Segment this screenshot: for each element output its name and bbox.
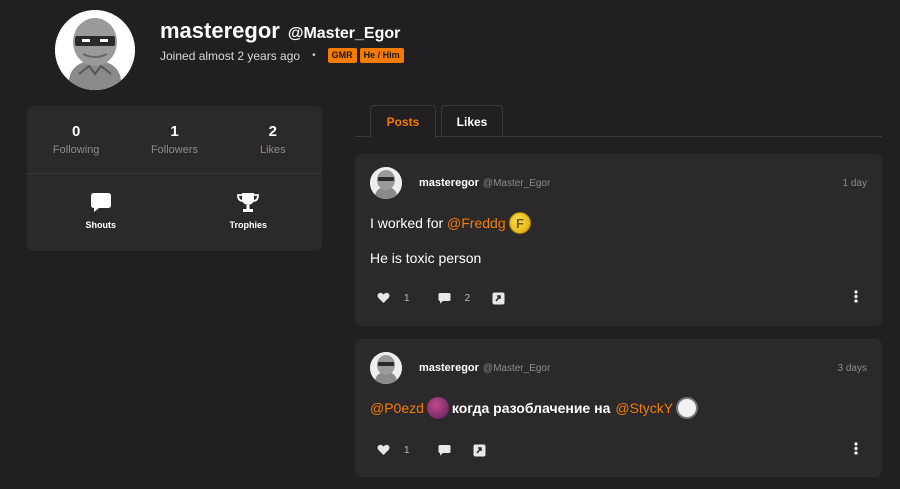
- speech-bubble-icon: [90, 193, 111, 212]
- post-text-line: @P0ezd когда разоблачение на @StyckY: [370, 397, 701, 419]
- separator-dot: •: [312, 50, 316, 61]
- post-card: masteregor @Master_Egor 3 days @P0ezd ко…: [355, 339, 882, 477]
- comment-button[interactable]: [438, 444, 451, 456]
- mention-link[interactable]: @Freddg: [447, 215, 506, 231]
- share-button[interactable]: [473, 444, 486, 457]
- post-author-avatar[interactable]: [370, 167, 402, 199]
- joined-date: Joined almost 2 years ago: [160, 48, 301, 63]
- comment-button[interactable]: 2: [438, 292, 471, 304]
- stat-following[interactable]: 0 Following: [27, 106, 125, 173]
- stats-card: 0 Following 1 Followers 2 Likes Shouts T…: [27, 106, 322, 251]
- user-avatar-emoji-icon: [426, 397, 449, 419]
- post-text-line: I worked for @Freddg F: [370, 212, 534, 234]
- user-avatar-emoji-icon: [676, 397, 699, 419]
- more-options-button[interactable]: [854, 442, 858, 458]
- comment-icon: [438, 445, 451, 456]
- like-count: 1: [404, 292, 410, 304]
- badge-gmr: GMR: [327, 48, 357, 63]
- tab-likes[interactable]: Likes: [441, 105, 503, 137]
- post-author-name[interactable]: masteregor: [419, 362, 479, 374]
- share-icon: [473, 444, 486, 456]
- post-timestamp: 1 day: [842, 177, 867, 189]
- ninja-avatar-icon: [370, 167, 402, 199]
- more-vertical-icon: [854, 290, 858, 303]
- heart-icon: [377, 292, 390, 303]
- like-count: 1: [404, 444, 410, 456]
- post-card: masteregor @Master_Egor 1 day I worked f…: [355, 154, 882, 326]
- stat-followers[interactable]: 1 Followers: [125, 106, 223, 173]
- badge-pronouns: He / Him: [359, 48, 404, 63]
- share-icon: [492, 292, 505, 304]
- like-button[interactable]: 1: [377, 292, 410, 304]
- post-author-avatar[interactable]: [370, 352, 402, 384]
- heart-icon: [377, 444, 390, 455]
- svg-text:F: F: [516, 216, 524, 231]
- like-button[interactable]: 1: [377, 444, 410, 456]
- more-options-button[interactable]: [854, 290, 858, 306]
- trophies-link[interactable]: Trophies: [175, 190, 323, 230]
- ninja-avatar-icon: [55, 10, 135, 90]
- mention-link[interactable]: @P0ezd: [370, 400, 424, 416]
- profile-avatar[interactable]: [55, 10, 135, 90]
- profile-display-name: masteregor: [160, 18, 280, 43]
- profile-handle: @Master_Egor: [287, 25, 401, 42]
- post-author-name[interactable]: masteregor: [419, 177, 479, 189]
- comment-count: 2: [464, 292, 471, 304]
- ninja-avatar-icon: [370, 352, 402, 384]
- post-timestamp: 3 days: [837, 362, 867, 374]
- post-author-handle: @Master_Egor: [482, 362, 551, 374]
- share-button[interactable]: [492, 292, 505, 305]
- mention-link[interactable]: @StyckY: [615, 400, 673, 416]
- profile-tabs: Posts Likes: [355, 105, 882, 138]
- trophy-icon: [237, 193, 260, 212]
- post-text-line: He is toxic person: [370, 250, 482, 266]
- tab-posts[interactable]: Posts: [370, 105, 436, 138]
- shouts-link[interactable]: Shouts: [27, 190, 175, 230]
- stat-likes[interactable]: 2 Likes: [224, 106, 322, 173]
- more-vertical-icon: [854, 442, 858, 455]
- post-author-handle: @Master_Egor: [482, 177, 551, 189]
- comment-icon: [438, 293, 451, 304]
- coin-emoji-icon: F: [508, 212, 531, 234]
